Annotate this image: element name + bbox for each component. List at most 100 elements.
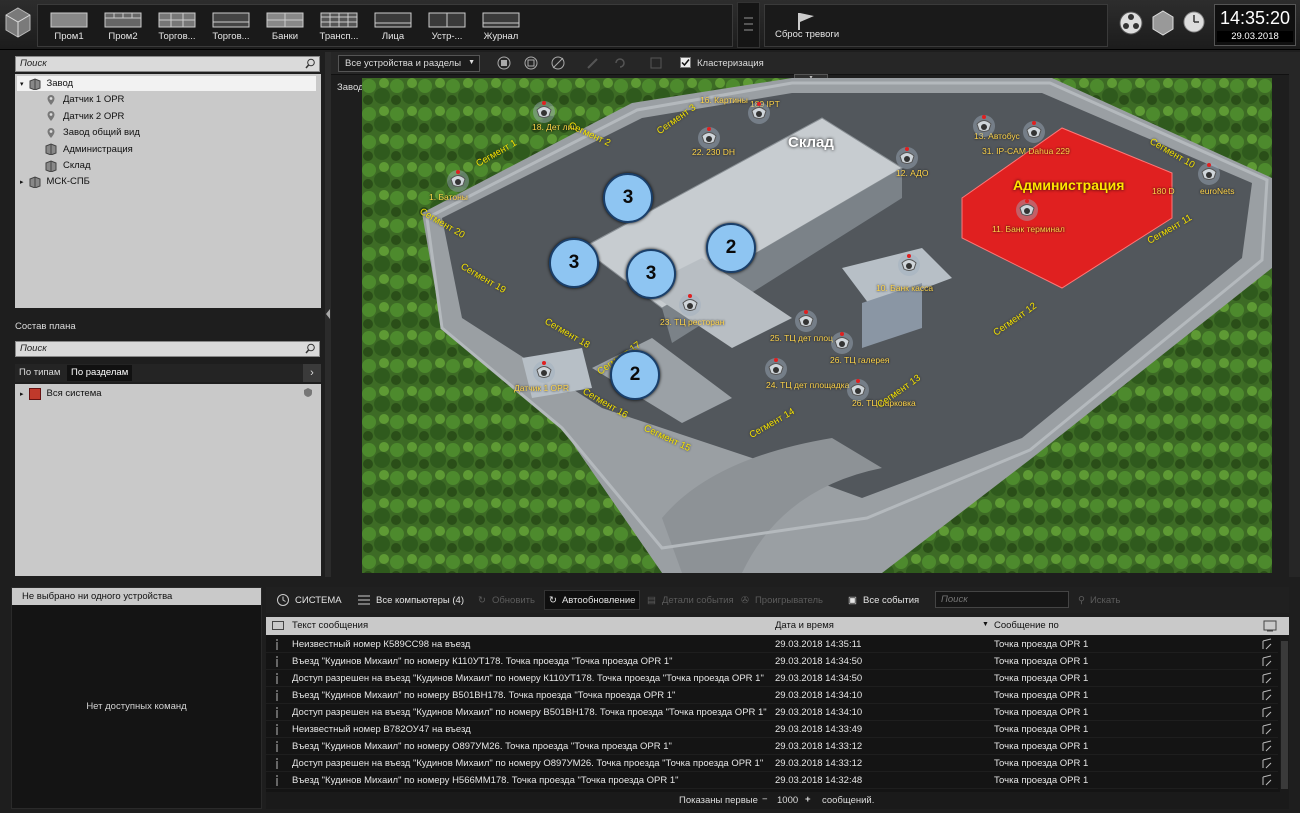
camera-label[interactable]: 31. IP-CAM Dahua 229 <box>982 146 1070 156</box>
camera-dome-icon[interactable] <box>1022 120 1046 144</box>
search-icon[interactable] <box>305 58 316 69</box>
building-label[interactable]: Администрация <box>1013 177 1124 193</box>
camera-dome-icon[interactable] <box>830 331 854 355</box>
layout-button-1[interactable]: Пром1 <box>42 5 96 46</box>
table-row[interactable]: Въезд "Кудинов Михаил" по номеру К110УТ1… <box>266 653 1278 670</box>
camera-cluster-bubble[interactable]: 2 <box>706 223 756 273</box>
event-details-button[interactable]: ▤ Детали события <box>647 590 734 610</box>
all-computers-button[interactable]: Все компьютеры (4) <box>357 590 464 610</box>
table-row[interactable]: Въезд "Кудинов Михаил" по номеру Н566ММ1… <box>266 772 1278 789</box>
column-chooser-icon[interactable] <box>1263 620 1277 632</box>
camera-dome-icon[interactable] <box>747 101 771 125</box>
refresh-button[interactable]: ↻ Обновить <box>478 590 535 610</box>
camera-dome-icon[interactable] <box>1015 198 1039 222</box>
devices-dropdown[interactable]: Все устройства и разделы ▼ <box>338 55 480 72</box>
camera-dome-icon[interactable] <box>895 146 919 170</box>
hide-icon[interactable] <box>551 56 565 70</box>
rotate-icon[interactable] <box>613 56 627 70</box>
camera-label[interactable]: 26. ТЦ галерея <box>830 355 889 365</box>
events-search-button[interactable]: ⚲ Искать <box>1078 590 1120 610</box>
camera-dome-icon[interactable] <box>1197 162 1221 186</box>
deselect-icon[interactable] <box>524 56 538 70</box>
video-link-icon[interactable] <box>1261 757 1273 769</box>
camera-cluster-bubble[interactable]: 3 <box>626 249 676 299</box>
tree-item[interactable]: Администрация <box>45 142 133 157</box>
plan-tree-item[interactable]: ▸ Вся система <box>20 386 102 401</box>
plan-search-input[interactable]: Поиск <box>15 341 320 357</box>
camera-cluster-bubble[interactable]: 3 <box>603 173 653 223</box>
camera-dome-icon[interactable] <box>446 169 470 193</box>
layout-button-6[interactable]: Трансп... <box>312 5 366 46</box>
column-source[interactable]: Сообщение по <box>994 620 1059 631</box>
layout-button-4[interactable]: Торгов... <box>204 5 258 46</box>
film-reel-icon[interactable] <box>1118 8 1144 40</box>
tab-by-types[interactable]: По типам <box>15 365 64 381</box>
objects-search-input[interactable]: Поиск <box>15 56 320 72</box>
table-row[interactable]: Доступ разрешен на въезд "Кудинов Михаил… <box>266 755 1278 772</box>
tree-item[interactable]: ▾ Завод <box>17 76 316 91</box>
layout-button-5[interactable]: Банки <box>258 5 312 46</box>
building-label[interactable]: Склад <box>788 134 834 151</box>
camera-label[interactable]: 23. ТЦ ресторан <box>660 317 724 327</box>
site-map[interactable]: 16. Картины189 IPT18. Дет лиц22. 230 DH1… <box>362 78 1272 573</box>
camera-dome-icon[interactable] <box>846 378 870 402</box>
camera-label[interactable]: 24. ТЦ дет площадка <box>766 380 849 390</box>
table-row[interactable]: Доступ разрешен на въезд "Кудинов Михаил… <box>266 704 1278 721</box>
camera-dome-icon[interactable] <box>972 114 996 138</box>
clustering-checkbox[interactable] <box>680 57 694 71</box>
camera-dome-icon[interactable] <box>897 253 921 277</box>
expand-down-icon[interactable]: ▾ <box>20 80 24 88</box>
system-button[interactable]: СИСТЕМА <box>276 590 342 610</box>
autorefresh-button[interactable]: ↻ Автообновление <box>544 590 641 610</box>
expand-right-icon[interactable]: ▸ <box>20 178 24 186</box>
video-link-icon[interactable] <box>1261 723 1273 735</box>
column-message-text[interactable]: Текст сообщения <box>292 620 368 631</box>
events-scrollbar[interactable] <box>1280 635 1289 792</box>
table-row[interactable]: Въезд "Кудинов Михаил" по номеру В501ВН1… <box>266 687 1278 704</box>
camera-label[interactable]: 1. Батоны <box>429 192 468 202</box>
camera-label[interactable]: 25. ТЦ дет плоц <box>770 333 833 343</box>
camera-cluster-bubble[interactable]: 2 <box>610 350 660 400</box>
search-icon[interactable] <box>305 343 316 354</box>
camera-dome-icon[interactable] <box>697 126 721 150</box>
camera-dome-icon[interactable] <box>532 360 556 384</box>
tab-next-button[interactable]: › <box>303 364 321 382</box>
table-row[interactable]: Неизвестный номер К589СС98 на въезд 29.03… <box>266 636 1278 653</box>
camera-label[interactable]: Датчик 1 OPR <box>514 383 569 393</box>
alarm-reset-button[interactable]: Сброс тревоги <box>764 4 1108 47</box>
layout-button-2[interactable]: Пром2 <box>96 5 150 46</box>
layout-button-3[interactable]: Торгов... <box>150 5 204 46</box>
settings-cube-icon[interactable] <box>1150 8 1176 40</box>
tree-item[interactable]: Датчик 2 OPR <box>45 109 124 124</box>
collapse-arrow-icon[interactable] <box>326 309 330 319</box>
camera-cluster-bubble[interactable]: 3 <box>549 238 599 288</box>
select-all-icon[interactable] <box>497 56 511 70</box>
decrease-count-button[interactable]: − <box>762 794 768 805</box>
camera-dome-icon[interactable] <box>764 357 788 381</box>
tree-item[interactable]: Завод общий вид <box>45 125 140 140</box>
video-link-icon[interactable] <box>1261 774 1273 786</box>
tab-by-sections[interactable]: По разделам <box>67 365 133 381</box>
camera-label[interactable]: 11. Банк терминал <box>992 224 1065 234</box>
camera-label[interactable]: euroNets <box>1200 186 1235 196</box>
increase-count-button[interactable]: + <box>805 794 811 805</box>
video-link-icon[interactable] <box>1261 672 1273 684</box>
camera-label[interactable]: 180 D <box>1152 186 1175 196</box>
video-link-icon[interactable] <box>1261 740 1273 752</box>
sort-desc-icon[interactable]: ▼ <box>982 621 989 628</box>
video-link-icon[interactable] <box>1261 638 1273 650</box>
tree-item[interactable]: Датчик 1 OPR <box>45 92 124 107</box>
camera-label[interactable]: 10. Банк касса <box>876 283 933 293</box>
video-link-icon[interactable] <box>1261 655 1273 667</box>
player-button[interactable]: ✇ Проигрыватель <box>741 590 823 610</box>
layout-button-9[interactable]: Журнал <box>474 5 528 46</box>
video-link-icon[interactable] <box>1261 689 1273 701</box>
tree-item[interactable]: Склад <box>45 158 91 173</box>
expand-arrow-icon[interactable]: ▸ <box>20 390 24 398</box>
table-row[interactable]: Въезд "Кудинов Михаил" по номеру О897УМ2… <box>266 738 1278 755</box>
layout-button-7[interactable]: Лица <box>366 5 420 46</box>
layout-button-8[interactable]: Устр-... <box>420 5 474 46</box>
edit-icon[interactable] <box>586 56 600 70</box>
panel-splitter[interactable] <box>325 52 331 577</box>
app-logo-icon[interactable] <box>4 6 32 42</box>
